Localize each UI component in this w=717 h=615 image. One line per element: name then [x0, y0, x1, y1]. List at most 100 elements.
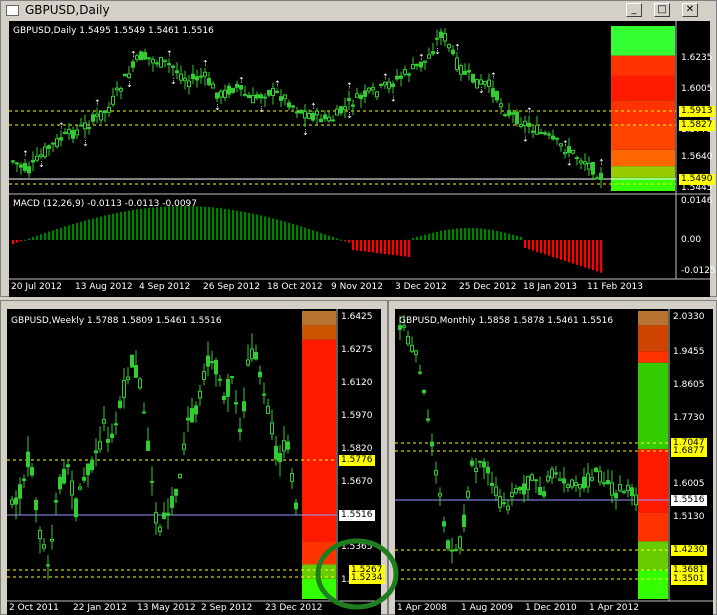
daily-candle: [391, 83, 395, 88]
weekly-chart-window[interactable]: GBPUSD,Weekly 1.5788 1.5809 1.5461 1.551…: [0, 300, 388, 615]
fractal-arrow-down: ⇣: [170, 77, 177, 86]
macd-bar: [188, 206, 191, 240]
weekly-candle: [10, 499, 14, 505]
maximize-button[interactable]: □: [654, 3, 670, 17]
daily-candle: [291, 105, 295, 108]
macd-bar: [440, 230, 443, 240]
macd-bar: [556, 240, 559, 259]
daily-candle: [79, 124, 83, 127]
macd-bar: [368, 240, 371, 252]
macd-bar: [56, 228, 59, 240]
daily-candle: [47, 145, 51, 149]
weekly-candle: [14, 497, 18, 505]
macd-bar: [304, 227, 307, 240]
macd-bar: [596, 240, 599, 272]
fractal-arrow-down: ⇣: [258, 105, 265, 114]
monthly-candle: [502, 502, 506, 505]
monthly-candle: [406, 335, 410, 345]
weekly-candle: [122, 380, 126, 398]
macd-bar: [500, 231, 503, 240]
daily-candle: [23, 162, 27, 171]
daily-candle: [407, 73, 411, 76]
monthly-chart-window[interactable]: GBPUSD,Monthly 1.5858 1.5878 1.5461 1.55…: [388, 300, 717, 615]
daily-header: GBPUSD,Daily 1.5495 1.5549 1.5461 1.5516: [13, 26, 214, 36]
macd-bar: [160, 206, 163, 240]
date-label: 23 Dec 2012: [265, 603, 323, 613]
daily-candle: [103, 110, 107, 114]
macd-bar: [192, 206, 195, 240]
weekly-candle: [114, 423, 118, 426]
daily-candle: [231, 87, 235, 93]
price-tick: 1.9455: [673, 347, 705, 357]
macd-bar: [292, 223, 295, 240]
weekly-candle: [90, 459, 94, 471]
daily-candle: [435, 37, 439, 40]
weekly-candle: [174, 488, 178, 496]
weekly-candle: [226, 379, 230, 397]
minimize-button[interactable]: _: [626, 3, 642, 17]
monthly-candle: [438, 493, 442, 497]
weekly-candle: [42, 544, 46, 549]
daily-candle: [387, 81, 391, 89]
daily-candle: [483, 81, 487, 85]
weekly-candle: [274, 445, 278, 460]
date-label: 11 Feb 2013: [587, 282, 644, 292]
close-button[interactable]: ✕: [682, 3, 698, 17]
heat-bar-segment: [302, 541, 336, 565]
price-tick: 1.6425: [341, 312, 373, 322]
daily-candle: [239, 85, 243, 90]
daily-candle: [139, 51, 143, 61]
daily-candle: [63, 131, 67, 135]
daily-candle: [599, 172, 603, 180]
macd-bar: [536, 240, 539, 252]
daily-candle: [427, 54, 431, 59]
daily-candle: [131, 61, 135, 68]
level-tag: 1.5913: [679, 106, 715, 117]
macd-bar: [28, 238, 31, 240]
weekly-candle: [218, 378, 222, 381]
weekly-plot-area[interactable]: GBPUSD,Weekly 1.5788 1.5809 1.5461 1.551…: [7, 309, 385, 615]
heat-bar-segment: [611, 26, 675, 56]
macd-bar: [288, 222, 291, 240]
daily-candle: [383, 81, 387, 86]
daily-candle: [87, 127, 91, 130]
daily-candle: [287, 102, 291, 108]
current-price-tag: 1.5516: [339, 510, 375, 521]
current-price-tag: 1.5490: [679, 174, 715, 185]
price-tick: 1.5365: [341, 542, 373, 552]
monthly-candle: [594, 467, 598, 472]
macd-bar: [328, 235, 331, 240]
daily-candle: [355, 93, 359, 98]
daily-plot-area[interactable]: ⇡ ⇣ ⇡ ⇣ ⇡ ⇣ ⇡ ⇡ ⇣ ⇡ ⇣ ⇡ ⇣ ⇡ ⇣ ⇡ ⇡ ⇣ ⇡ ⇣ ⇡ ⇣ ⇡ ⇣ ⇡ ⇣ ⇡ ⇡ ⇣ ⇡ GBPUSD,Da…: [9, 21, 716, 297]
price-tick: 1.6005: [673, 479, 705, 489]
weekly-candle: [94, 450, 98, 454]
macd-bar: [600, 240, 603, 273]
weekly-candle: [254, 352, 258, 360]
daily-candle: [583, 161, 587, 165]
daily-chart-window[interactable]: GBPUSD,Daily _ □ ✕ ⇡ ⇣ ⇡ ⇣ ⇡ ⇣ ⇡ ⇡ ⇣ ⇡ ⇣ ⇡ ⇣ ⇡ ⇣ ⇡ ⇡ ⇣ ⇡ ⇣ ⇡…: [0, 0, 717, 297]
monthly-candle: [554, 472, 558, 475]
price-tick: 1.6005: [681, 84, 713, 94]
daily-candle: [271, 87, 275, 96]
daily-candle: [467, 70, 471, 73]
macd-bar: [516, 235, 519, 240]
macd-bar: [216, 207, 219, 240]
macd-bar: [336, 238, 339, 240]
monthly-candle: [534, 479, 538, 482]
macd-bar: [164, 206, 167, 240]
macd-bar: [152, 207, 155, 240]
daily-candle: [159, 56, 163, 68]
macd-bar: [580, 240, 583, 267]
macd-bar: [484, 228, 487, 240]
monthly-plot-area[interactable]: GBPUSD,Monthly 1.5858 1.5878 1.5461 1.55…: [395, 309, 713, 615]
daily-titlebar[interactable]: GBPUSD,Daily _ □ ✕: [1, 1, 716, 21]
daily-candle: [319, 118, 323, 123]
daily-candle: [279, 96, 283, 101]
macd-bar: [228, 209, 231, 240]
macd-tick: -0.0125: [681, 266, 716, 276]
daily-candle: [127, 73, 131, 78]
fractal-arrow-down: ⇣: [302, 128, 309, 137]
daily-candle: [439, 31, 443, 38]
macd-bar: [108, 214, 111, 240]
monthly-candle: [422, 390, 426, 394]
